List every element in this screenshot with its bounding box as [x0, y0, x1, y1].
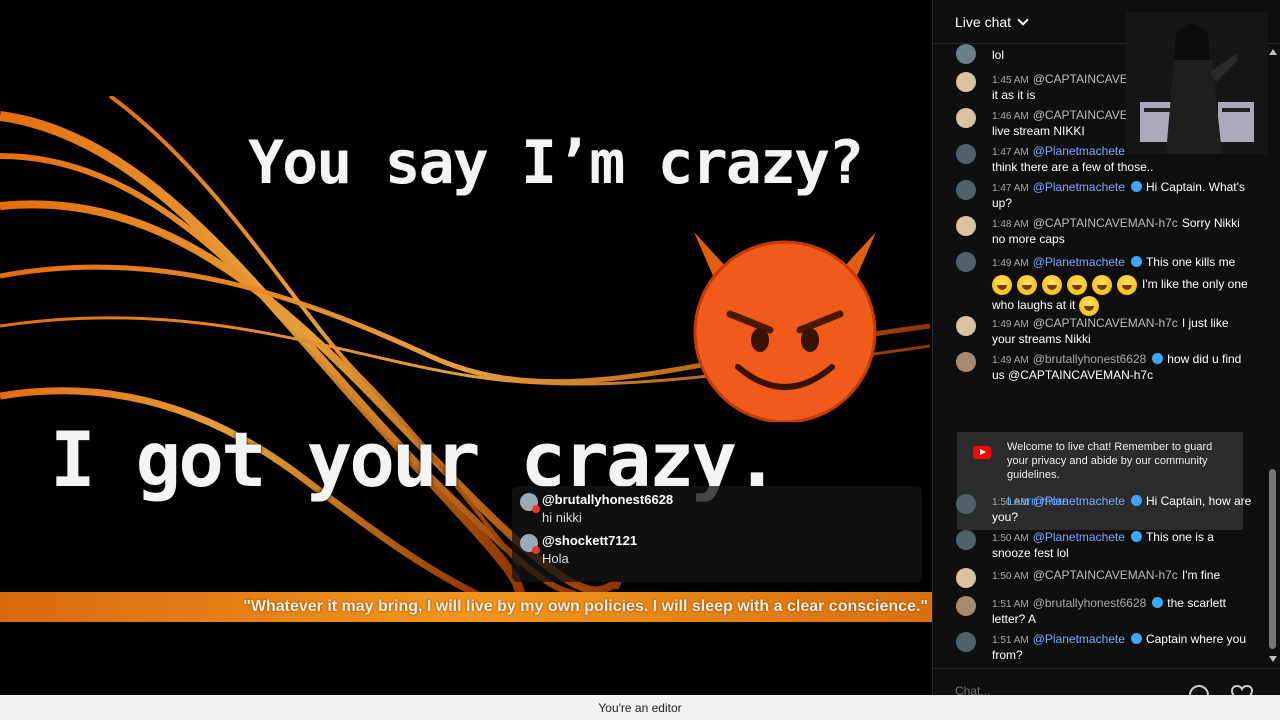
message-text: think there are a few of those..: [992, 160, 1154, 174]
timestamp: 1:47 AM: [992, 183, 1029, 194]
avatar: [956, 216, 976, 236]
username[interactable]: @Planetmachete: [1033, 144, 1125, 158]
chat-message: 1:48 AM @CAPTAINCAVEMAN-h7c Sorry Nikki no…: [953, 216, 1253, 246]
verified-icon: [1152, 597, 1164, 608]
timestamp: 1:50 AM: [992, 497, 1029, 508]
avatar: [520, 493, 540, 513]
chat-message: 1:49 AM @Planetmachete This one kills me I…: [953, 252, 1253, 316]
avatar: [956, 632, 976, 652]
username[interactable]: @CAPTAINCAVE: [1033, 108, 1128, 122]
quote-banner: "Whatever it may bring, I will live by m…: [0, 592, 932, 622]
avatar: [956, 352, 976, 372]
timestamp: 1:49 AM: [992, 319, 1029, 330]
laughing-emoji-icon: [1017, 274, 1037, 295]
scroll-up-icon[interactable]: [1269, 49, 1277, 55]
avatar: [956, 568, 976, 588]
avatar: [956, 72, 976, 92]
message-text: This one kills me: [1145, 255, 1236, 269]
laughing-emoji-icon: [1042, 274, 1062, 295]
timestamp: 1:46 AM: [992, 111, 1029, 122]
overlay-text: hi nikki: [542, 510, 582, 525]
status-bar: You're an editor: [0, 695, 1280, 720]
message-text: I'm fine: [1181, 568, 1221, 582]
timestamp: 1:47 AM: [992, 147, 1029, 158]
avatar: [520, 534, 540, 554]
laughing-emoji-icon: [1117, 274, 1137, 295]
avatar: [956, 494, 976, 514]
avatar: [956, 144, 976, 164]
username[interactable]: @CAPTAINCAVEMAN-h7c: [1033, 568, 1178, 582]
timestamp: 1:51 AM: [992, 635, 1029, 646]
username[interactable]: @CAPTAINCAVEMAN-h7c: [1033, 216, 1178, 230]
chat-message: 1:51 AM @brutallyhonest6628 the scarlett l…: [953, 596, 1253, 626]
chat-message: 1:50 AM @Planetmachete Hi Captain, how are…: [953, 494, 1253, 524]
overlay-text: Hola: [542, 551, 569, 566]
overlay-username: @shockett7121: [542, 533, 638, 548]
username[interactable]: @CAPTAINCAVE: [1033, 72, 1128, 86]
chat-message: 1:49 AM @brutallyhonest6628 how did u find…: [953, 352, 1253, 382]
timestamp: 1:45 AM: [992, 75, 1029, 86]
status-text: You're an editor: [598, 700, 682, 715]
timestamp: 1:50 AM: [992, 533, 1029, 544]
laughing-emoji-icon: [1078, 295, 1099, 316]
chat-message: 1:51 AM @Planetmachete Captain where you f…: [953, 632, 1253, 662]
username[interactable]: @Planetmachete: [1033, 632, 1125, 646]
timestamp: 1:49 AM: [992, 355, 1029, 366]
pip-performer-thumbnail: [1126, 12, 1268, 154]
verified-icon: [1130, 256, 1142, 267]
username[interactable]: @CAPTAINCAVEMAN-h7c: [1033, 316, 1178, 330]
username[interactable]: @Planetmachete: [1033, 180, 1125, 194]
video-chat-overlay: @brutallyhonest6628 hi nikki @shockett71…: [512, 486, 922, 582]
timestamp: 1:50 AM: [992, 571, 1029, 582]
verified-icon: [1130, 531, 1142, 542]
avatar: [956, 316, 976, 336]
username[interactable]: @brutallyhonest6628: [1033, 352, 1147, 366]
scroll-down-icon[interactable]: [1269, 656, 1277, 662]
username[interactable]: @Planetmachete: [1033, 530, 1125, 544]
picture-in-picture-video[interactable]: [1126, 12, 1268, 154]
overlay-username: @brutallyhonest6628: [542, 492, 674, 507]
smiling-devil-icon: [693, 232, 877, 422]
verified-icon: [1130, 495, 1142, 506]
message-text: live stream NIKKI: [992, 124, 1085, 138]
chat-message: 1:50 AM @Planetmachete This one is a snooz…: [953, 530, 1253, 560]
overlay-message: @brutallyhonest6628 hi nikki: [520, 492, 914, 525]
avatar: [956, 44, 976, 64]
chat-message: 1:49 AM @CAPTAINCAVEMAN-h7c I just like yo…: [953, 316, 1253, 346]
laughing-emoji-icon: [1092, 274, 1112, 295]
timestamp: 1:48 AM: [992, 219, 1029, 230]
video-stage[interactable]: You say I’m crazy? I got your crazy. "Wh…: [0, 0, 932, 695]
verified-icon: [1152, 353, 1164, 364]
laughing-emoji-icon: [992, 274, 1012, 295]
chat-header-title: Live chat: [955, 13, 1012, 30]
verified-icon: [1130, 181, 1142, 192]
youtube-logo-icon: [973, 446, 991, 459]
banner-quote-text: "Whatever it may bring, I will live by m…: [243, 598, 928, 615]
chat-message: 1:50 AM @CAPTAINCAVEMAN-h7c I'm fine: [953, 568, 1253, 588]
laughing-emoji-icon: [1067, 274, 1087, 295]
username[interactable]: @Planetmachete: [1033, 494, 1125, 508]
avatar: [956, 180, 976, 200]
avatar: [956, 108, 976, 128]
username[interactable]: @brutallyhonest6628: [1033, 596, 1147, 610]
username[interactable]: @Planetmachete: [1033, 255, 1125, 269]
timestamp: 1:49 AM: [992, 258, 1029, 269]
headline-top: You say I’m crazy?: [248, 128, 864, 198]
chat-input-row: [933, 668, 1280, 705]
avatar: [956, 530, 976, 550]
chat-scrollbar[interactable]: [1267, 44, 1279, 666]
message-text: lol: [992, 48, 1005, 62]
message-text: it as it is: [992, 88, 1036, 102]
timestamp: 1:51 AM: [992, 599, 1029, 610]
scroll-thumb[interactable]: [1269, 469, 1276, 649]
chevron-down-icon[interactable]: [1017, 13, 1029, 26]
welcome-text: Welcome to live chat! Remember to guard …: [1007, 441, 1213, 481]
avatar: [956, 252, 976, 272]
verified-icon: [1130, 633, 1142, 644]
avatar: [956, 596, 976, 616]
overlay-message: @shockett7121 Hola: [520, 533, 914, 566]
chat-message: 1:47 AM @Planetmachete Hi Captain. What's …: [953, 180, 1253, 210]
